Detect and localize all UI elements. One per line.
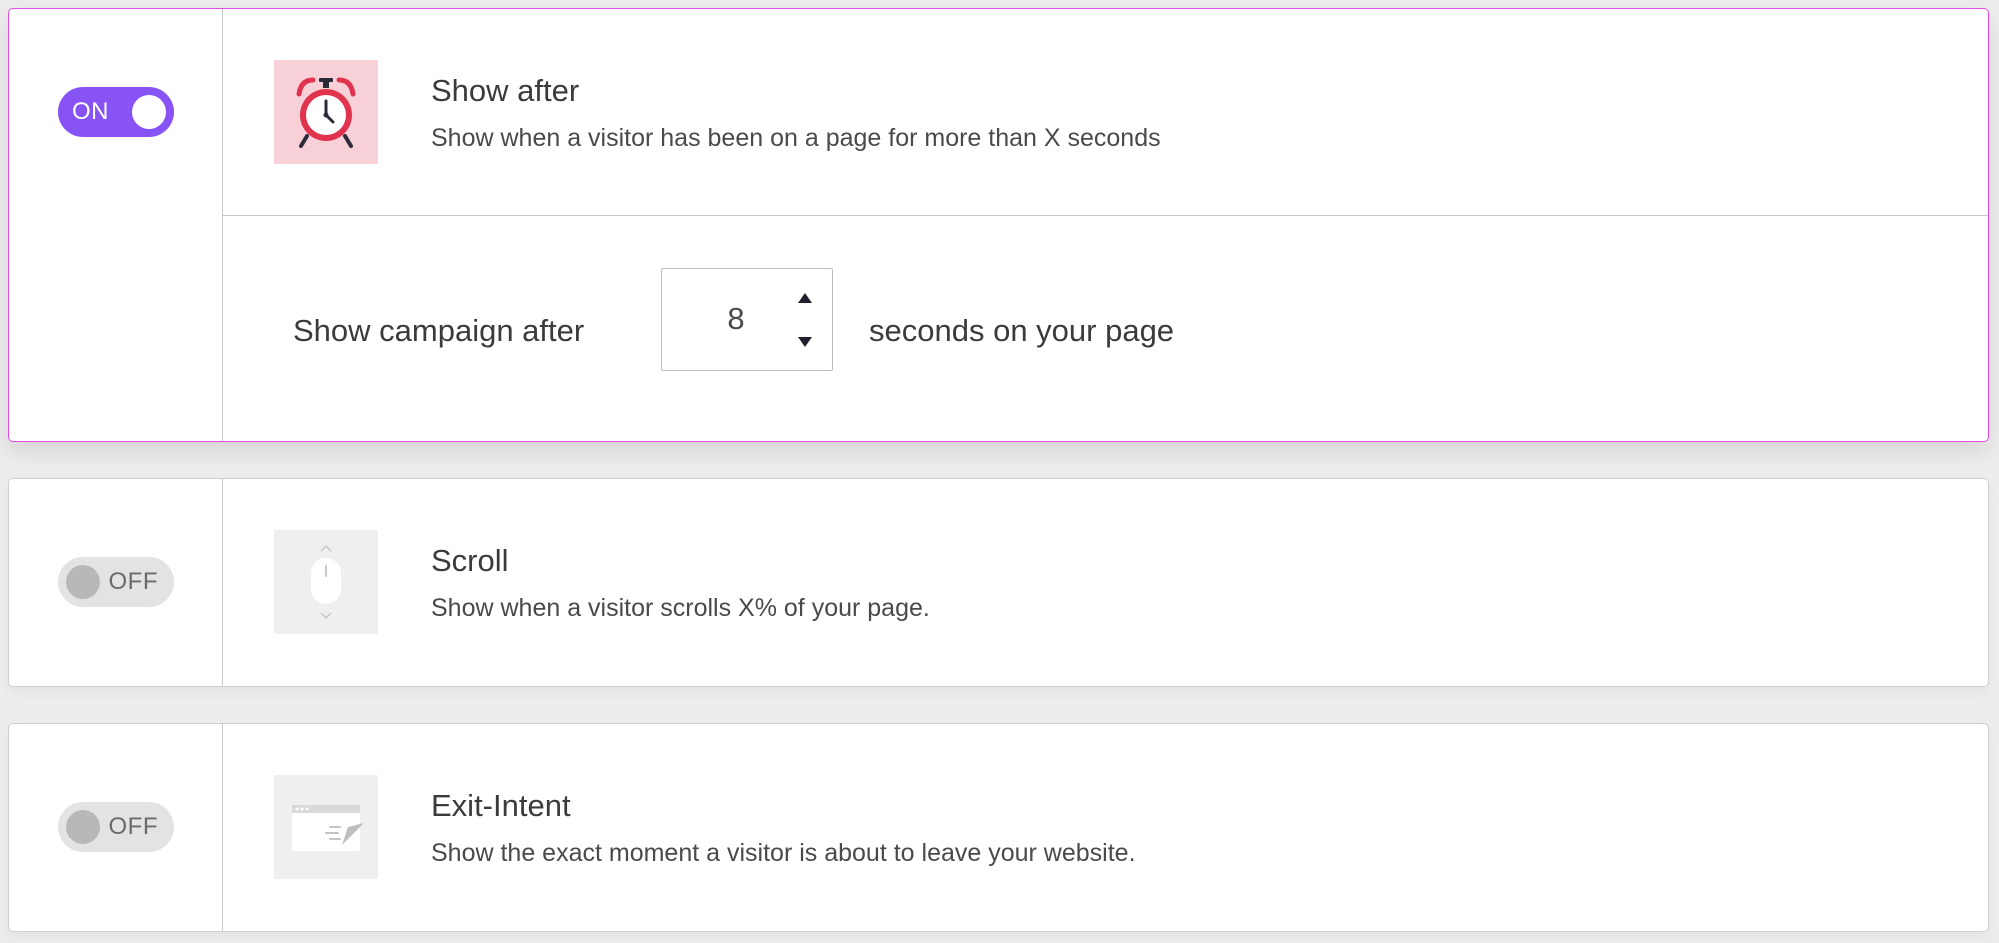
increment-arrow-icon[interactable] <box>798 293 812 303</box>
setting-label-after: seconds on your page <box>869 313 1175 348</box>
trigger-description: Show the exact moment a visitor is about… <box>431 839 1136 867</box>
trigger-card-exit-intent: OFF Exit-Intent Show the exact moment a … <box>8 723 1989 932</box>
trigger-header: Scroll Show when a visitor scrolls X% of… <box>223 479 1988 686</box>
scroll-toggle[interactable]: OFF <box>58 557 174 607</box>
trigger-description: Show when a visitor has been on a page f… <box>431 124 1161 152</box>
trigger-title: Show after <box>431 73 580 108</box>
toggle-knob <box>132 95 166 129</box>
setting-label-before: Show campaign after <box>293 313 585 348</box>
trigger-settings: Show campaign after 8 seconds on your pa… <box>223 216 1988 441</box>
seconds-stepper[interactable]: 8 <box>661 268 833 371</box>
trigger-card-show-after: ON Show after Show when a visitor has be… <box>8 8 1989 442</box>
alarm-clock-icon <box>274 60 378 164</box>
seconds-value[interactable]: 8 <box>706 301 766 337</box>
trigger-description: Show when a visitor scrolls X% of your p… <box>431 594 930 622</box>
trigger-title: Scroll <box>431 543 509 578</box>
toggle-knob <box>66 565 100 599</box>
trigger-title: Exit-Intent <box>431 788 571 823</box>
trigger-card-scroll: OFF Scroll Show when a visitor scrolls X… <box>8 478 1989 687</box>
mouse-scroll-icon <box>274 530 378 634</box>
toggle-label: OFF <box>108 568 158 595</box>
toggle-column: OFF <box>9 724 223 931</box>
toggle-label: OFF <box>108 813 158 840</box>
show-after-toggle[interactable]: ON <box>58 87 174 137</box>
trigger-header: Exit-Intent Show the exact moment a visi… <box>223 724 1988 931</box>
toggle-column: OFF <box>9 479 223 686</box>
toggle-column: ON <box>9 9 223 441</box>
toggle-label: ON <box>72 98 109 125</box>
exit-intent-toggle[interactable]: OFF <box>58 802 174 852</box>
decrement-arrow-icon[interactable] <box>798 337 812 347</box>
exit-intent-icon <box>274 775 378 879</box>
toggle-knob <box>66 810 100 844</box>
trigger-header: Show after Show when a visitor has been … <box>223 9 1988 216</box>
